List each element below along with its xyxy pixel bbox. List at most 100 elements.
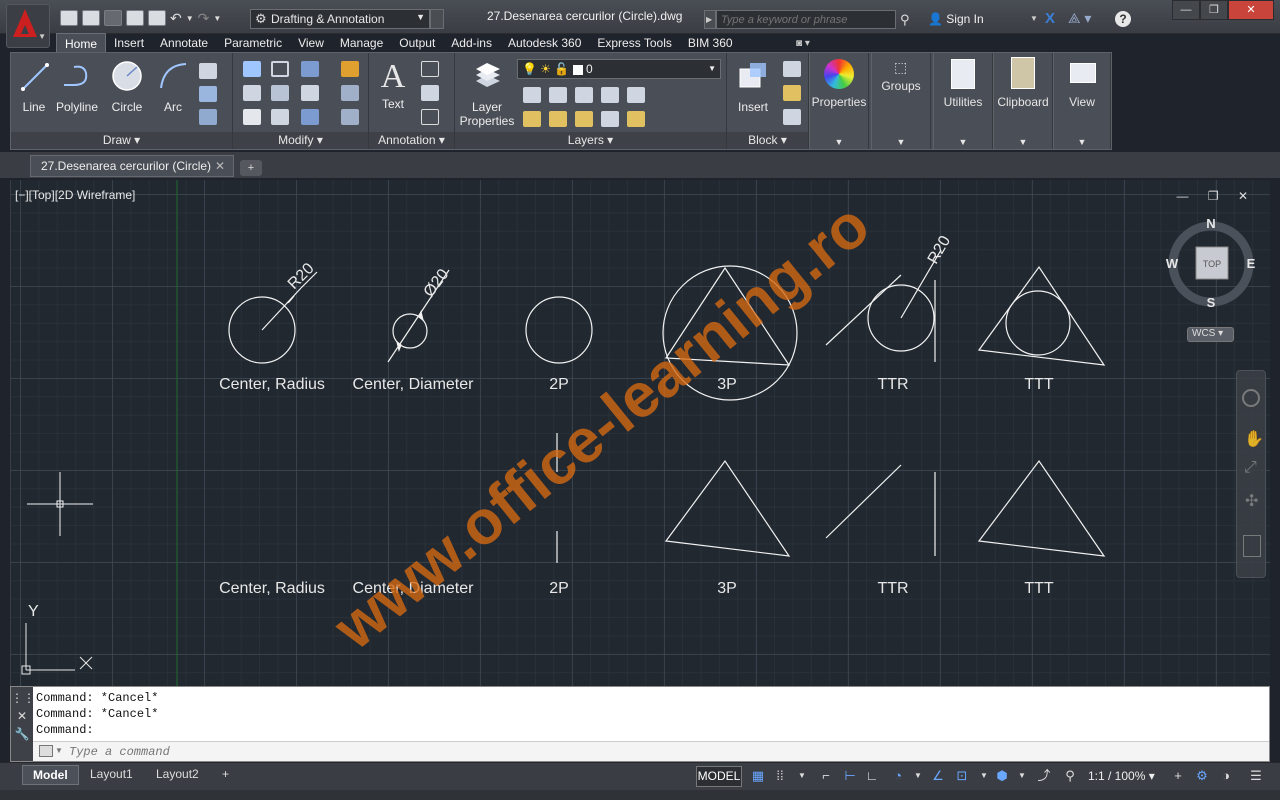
save-as-icon[interactable] (126, 10, 144, 26)
application-menu-button[interactable]: ▼ (6, 4, 50, 48)
new-tab-button[interactable]: + (240, 160, 262, 176)
edit-block-icon[interactable] (783, 85, 801, 101)
array-icon[interactable] (301, 109, 319, 125)
layer-dropdown[interactable]: 💡 ☀ 🔓 0 ▼ (517, 59, 721, 79)
tab-express-tools[interactable]: Express Tools (589, 33, 679, 53)
exchange-apps-icon[interactable]: X (1045, 10, 1055, 27)
file-tab[interactable]: 27.Desenarea cercurilor (Circle) ✕ (30, 155, 234, 177)
undo-icon[interactable]: ↶ (170, 10, 182, 27)
dynamic-input-icon[interactable]: ⊢ (842, 768, 858, 784)
tab-bim-360[interactable]: BIM 360 (680, 33, 741, 53)
command-input[interactable] (69, 744, 1169, 759)
text-tool[interactable]: A Text (375, 59, 411, 112)
layout-tab-layout2[interactable]: Layout2 (146, 765, 209, 785)
arc-tool[interactable]: Arc (155, 59, 191, 114)
tab-home[interactable]: Home (56, 33, 107, 53)
copy-icon[interactable] (243, 85, 261, 101)
layers-panel-title[interactable]: Layers ▾ (455, 132, 726, 149)
minimize-window-button[interactable]: — (1172, 0, 1200, 20)
rectangle-icon[interactable] (199, 63, 217, 79)
grid-icon[interactable]: ▦ (750, 768, 766, 784)
drawing-canvas[interactable]: [−][Top][2D Wireframe] — ❐ ✕ R20 Ø20 R20… (10, 180, 1270, 686)
leader-icon[interactable] (421, 85, 439, 101)
groups-panel[interactable]: ⬚ Groups ▼ (871, 53, 931, 149)
layer-tool-icon[interactable] (523, 87, 541, 103)
layer-tool-icon[interactable] (601, 111, 619, 127)
table-icon[interactable] (421, 109, 439, 125)
binoculars-icon[interactable]: ⚲ (900, 12, 910, 28)
3d-osnap-icon[interactable]: ⬢ (994, 768, 1010, 784)
layout-tab-model[interactable]: Model (22, 765, 79, 785)
isolate-objects-icon[interactable]: ◑ (1218, 768, 1234, 784)
annotation-scale-icon[interactable]: ⚲ (1062, 768, 1078, 784)
tab-view[interactable]: View (290, 33, 332, 53)
tab-parametric[interactable]: Parametric (216, 33, 290, 53)
scale-icon[interactable] (271, 109, 289, 125)
selection-cycling-icon[interactable]: ⤴ (1036, 768, 1052, 784)
trim-icon[interactable] (301, 61, 319, 77)
chevron-down-icon[interactable]: ▼ (1014, 768, 1030, 784)
steering-wheel-icon[interactable] (1242, 389, 1260, 407)
layer-tool-icon[interactable] (549, 87, 567, 103)
properties-panel[interactable]: Properties ▼ (809, 53, 869, 149)
object-snap-icon[interactable]: ⊡ (954, 768, 970, 784)
tab-output[interactable]: Output (391, 33, 443, 53)
offset-icon[interactable] (341, 109, 359, 125)
erase-icon[interactable] (341, 61, 359, 77)
tab-annotate[interactable]: Annotate (152, 33, 216, 53)
annotation-panel-title[interactable]: Annotation ▾ (369, 132, 454, 149)
boundary-icon[interactable] (199, 109, 217, 125)
viewcube[interactable]: TOP N S E W (1166, 216, 1256, 310)
plot-icon[interactable] (148, 10, 166, 26)
layer-properties-tool[interactable]: Layer Properties (457, 59, 517, 128)
sign-in-button[interactable]: 👤 Sign In (928, 12, 984, 26)
ribbon-minimize-icon[interactable]: ◙ ▾ (796, 38, 810, 49)
hatch-icon[interactable] (199, 86, 217, 102)
workspace-dropdown[interactable]: ⚙ Drafting & Annotation ▼ (250, 9, 430, 29)
draw-panel-title[interactable]: Draw ▾ (11, 132, 232, 149)
zoom-extents-icon[interactable]: ⤢ (1244, 459, 1257, 477)
move-icon[interactable] (243, 61, 261, 77)
snap-icon[interactable]: ⁞⁞ (772, 768, 788, 784)
layout-tab-layout1[interactable]: Layout1 (80, 765, 143, 785)
tab-insert[interactable]: Insert (106, 33, 152, 53)
undo-dropdown-icon[interactable]: ▼ (186, 14, 194, 23)
explode-icon[interactable] (341, 85, 359, 101)
plus-icon[interactable]: + (1170, 768, 1186, 784)
modify-panel-title[interactable]: Modify ▾ (233, 132, 368, 149)
new-file-icon[interactable] (60, 10, 78, 26)
tab-add-ins[interactable]: Add-ins (443, 33, 500, 53)
close-window-button[interactable]: ✕ (1228, 0, 1274, 20)
chevron-down-icon[interactable]: ▼ (55, 746, 63, 755)
layer-tool-icon[interactable] (575, 111, 593, 127)
command-line-grip[interactable]: ⋮⋮ ✕ 🔧 (11, 687, 35, 761)
layer-tool-icon[interactable] (575, 87, 593, 103)
chevron-down-icon[interactable]: ▼ (1030, 14, 1038, 23)
isodraft-icon[interactable]: ∠ (930, 768, 946, 784)
model-space-button[interactable]: MODEL (696, 766, 742, 787)
wrench-icon[interactable]: 🔧 (11, 727, 33, 741)
layer-tool-icon[interactable] (601, 87, 619, 103)
showmotion-icon[interactable] (1243, 535, 1261, 557)
close-icon[interactable]: ✕ (11, 709, 33, 723)
wcs-menu-button[interactable]: WCS ▾ (1187, 327, 1234, 342)
orbit-icon[interactable]: ✣ (1245, 491, 1258, 511)
search-expand-button[interactable]: ▶ (704, 10, 716, 29)
dimension-icon[interactable] (421, 61, 439, 77)
chevron-down-icon[interactable]: ▼ (910, 768, 926, 784)
fillet-icon[interactable] (301, 85, 319, 101)
add-layout-button[interactable]: + (212, 765, 239, 785)
layer-tool-icon[interactable] (523, 111, 541, 127)
pan-icon[interactable]: ✋ (1244, 429, 1264, 449)
stretch-icon[interactable] (243, 109, 261, 125)
open-file-icon[interactable] (82, 10, 100, 26)
chevron-down-icon[interactable]: ▼ (976, 768, 992, 784)
annotation-scale-dropdown[interactable]: 1:1 / 100% ▾ (1088, 769, 1155, 783)
utilities-panel[interactable]: Utilities ▼ (933, 53, 993, 149)
hardware-acceleration-icon[interactable]: ⚙ (1194, 768, 1210, 784)
clipboard-panel[interactable]: Clipboard ▼ (993, 53, 1053, 149)
attribute-icon[interactable] (783, 109, 801, 125)
customize-qat-button[interactable] (430, 9, 444, 29)
ortho-icon[interactable]: ∟ (864, 768, 880, 784)
infer-constraints-icon[interactable]: ⌐ (818, 768, 834, 784)
